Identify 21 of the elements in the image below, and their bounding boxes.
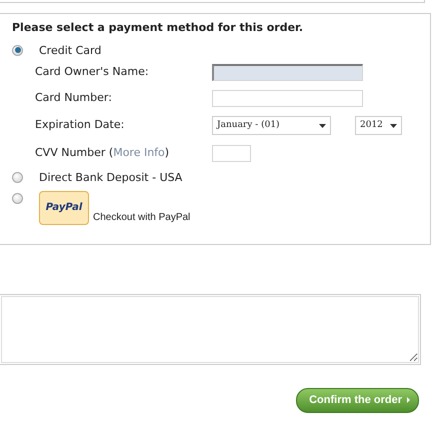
paypal-label: Checkout with PayPal	[93, 210, 190, 224]
field-label: Card Number:	[35, 90, 113, 106]
field-label: CVV Number (More Info)	[35, 144, 170, 161]
bank-deposit-label: Direct Bank Deposit - USA	[39, 170, 182, 186]
heading: Please select a payment method for this order.	[12, 20, 304, 36]
month-dropdown[interactable]: January - (01)	[212, 116, 331, 135]
caret-icon	[390, 124, 397, 128]
year-dropdown[interactable]: 2012	[355, 116, 402, 135]
radio-button[interactable]	[12, 192, 23, 204]
comments-field[interactable]	[0, 294, 421, 365]
arrow-icon	[407, 397, 410, 404]
credit-card-label: Credit Card	[39, 42, 102, 58]
caret-icon	[319, 124, 326, 128]
cvv-field[interactable]	[212, 144, 251, 162]
field-label: Expiration Date:	[35, 117, 126, 134]
field-label: Card Owner's Name:	[35, 64, 150, 80]
radio-button[interactable]	[12, 44, 23, 56]
text-field[interactable]	[212, 64, 363, 80]
radio-button[interactable]	[12, 172, 23, 183]
more-info-link[interactable]: More Info	[113, 146, 165, 159]
paypal-logo[interactable]: PayPal	[39, 190, 89, 224]
